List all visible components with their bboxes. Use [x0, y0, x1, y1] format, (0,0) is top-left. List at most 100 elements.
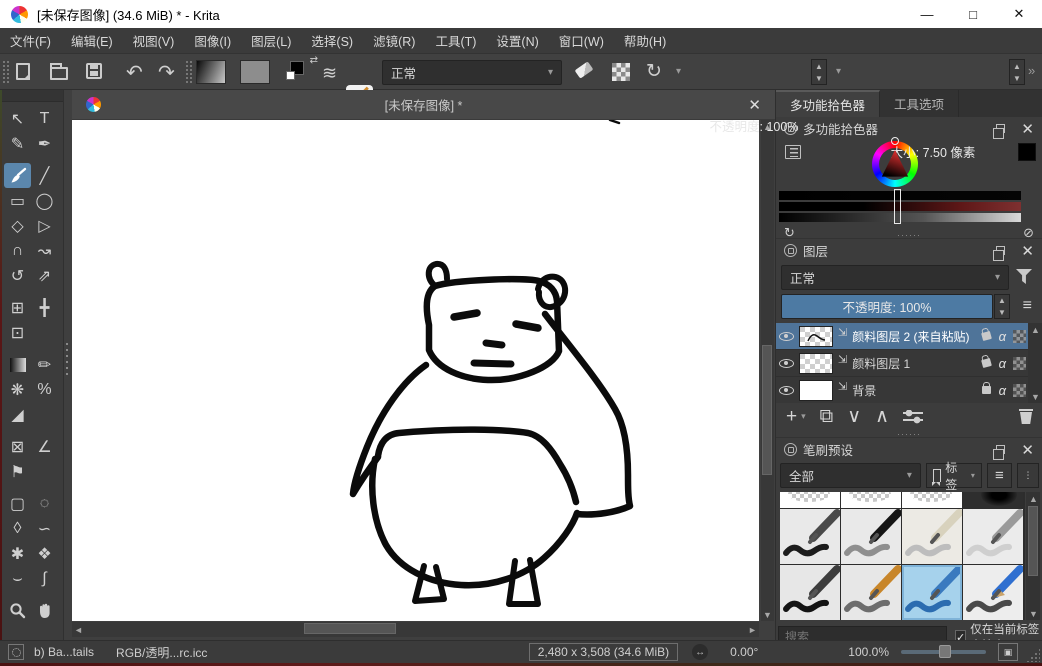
current-brush-name[interactable]: b) Ba...tails: [34, 645, 94, 659]
toolbar-grip[interactable]: [3, 61, 9, 83]
close-docker-icon[interactable]: ✕: [1021, 242, 1034, 260]
brush-preset-tile[interactable]: [963, 492, 1023, 508]
brush-preset-tile[interactable]: [780, 509, 840, 564]
minimize-button[interactable]: —: [904, 0, 950, 28]
layer-visibility-icon[interactable]: [779, 386, 794, 395]
scroll-up-icon[interactable]: ▲: [1027, 492, 1040, 505]
menu-工具(T)[interactable]: 工具(T): [425, 28, 486, 53]
brush-preset-tile[interactable]: [841, 509, 901, 564]
brush-preset-tile[interactable]: [780, 565, 840, 620]
layer-name[interactable]: 颜料图层 2 (来自粘贴): [852, 328, 976, 345]
tool-pan[interactable]: [31, 598, 58, 623]
shade-bar-handle[interactable]: [894, 189, 901, 224]
maximize-button[interactable]: □: [950, 0, 996, 28]
layer-alpha-icon[interactable]: α: [999, 356, 1006, 371]
docker-lock-icon[interactable]: [784, 244, 797, 257]
layer-name[interactable]: 颜料图层 1: [852, 355, 976, 372]
reload-caret[interactable]: ▾: [676, 66, 681, 77]
tool-smart-patch[interactable]: %: [31, 377, 58, 402]
brush-filter-dropdown[interactable]: 全部 ▾: [780, 463, 921, 488]
layer-lock-icon[interactable]: [981, 331, 992, 341]
rotation-value[interactable]: 0.00°: [730, 645, 758, 659]
opacity-spinner[interactable]: ▲▼: [811, 59, 827, 85]
canvas-titlebar[interactable]: [未保存图像] * ✕: [72, 90, 775, 120]
left-splitter-handle[interactable]: [65, 343, 69, 377]
hscroll-thumb[interactable]: [304, 623, 396, 634]
size-spinner[interactable]: ▲▼: [1009, 59, 1025, 85]
tool-select-shapes[interactable]: ↖: [4, 106, 31, 131]
add-layer-caret[interactable]: ▾: [801, 411, 806, 422]
tool-crop[interactable]: ⊡: [4, 320, 31, 345]
canvas[interactable]: [72, 120, 759, 621]
undo-button[interactable]: ↶: [126, 60, 143, 85]
eraser-mode-button[interactable]: [576, 65, 592, 75]
tool-text[interactable]: T: [31, 106, 58, 131]
layer-alpha-inherit-icon[interactable]: [1013, 384, 1026, 397]
brush-preset-tile[interactable]: [902, 565, 962, 620]
background-color-swatch[interactable]: [286, 71, 295, 80]
brush-preset-tile[interactable]: [902, 509, 962, 564]
close-docker-icon[interactable]: ✕: [1021, 120, 1034, 138]
layer-alpha-icon[interactable]: α: [999, 329, 1006, 344]
save-button[interactable]: [86, 63, 102, 79]
tool-reference-images[interactable]: ⚑: [4, 459, 31, 484]
scroll-right-icon[interactable]: ►: [746, 623, 759, 636]
layer-thumbnail[interactable]: [799, 326, 833, 347]
tool-ellipse-select[interactable]: ◌: [31, 491, 58, 516]
spin-up-icon[interactable]: ▲: [1010, 60, 1024, 72]
tool-rectangle[interactable]: ▭: [4, 188, 31, 213]
tool-bezier-select[interactable]: ⌣: [4, 566, 31, 591]
layer-lock-icon[interactable]: [982, 386, 991, 394]
menu-视图(V)[interactable]: 视图(V): [123, 28, 185, 53]
tag-button[interactable]: 标签 ▾: [926, 463, 982, 488]
tool-zoom[interactable]: [4, 598, 31, 623]
tool-bezier-curve[interactable]: ∩: [4, 238, 31, 263]
menu-文件(F)[interactable]: 文件(F): [0, 28, 61, 53]
reload-preset-button[interactable]: ↻: [646, 60, 662, 83]
duplicate-layer-button[interactable]: ⧉: [820, 406, 834, 428]
selector-settings-icon[interactable]: [785, 145, 801, 159]
menu-滤镜(R)[interactable]: 滤镜(R): [363, 28, 425, 53]
spin-down-icon[interactable]: ▼: [1010, 72, 1024, 84]
tool-magnetic-select[interactable]: ∫: [31, 566, 58, 591]
pattern-chooser[interactable]: [240, 60, 270, 84]
brush-preset-tile[interactable]: [841, 492, 901, 508]
canvas-vscrollbar[interactable]: ▲ ▼: [761, 120, 774, 621]
menu-编辑(E)[interactable]: 编辑(E): [61, 28, 123, 53]
tool-measure[interactable]: ∠: [31, 434, 58, 459]
brush-option-slider-button[interactable]: ≋: [322, 63, 337, 84]
swap-colors-icon[interactable]: ⇄: [310, 55, 318, 66]
new-document-button[interactable]: [16, 63, 30, 80]
fit-view-button[interactable]: ▣: [998, 643, 1018, 661]
spin-down-icon[interactable]: ▼: [995, 307, 1009, 319]
brush-preset-tile[interactable]: [963, 565, 1023, 620]
fg-bg-colors[interactable]: ⇄: [290, 59, 316, 85]
layer-scrollbar[interactable]: ▲ ▼: [1028, 323, 1042, 403]
zoom-slider-thumb[interactable]: [939, 645, 951, 658]
tool-color-sampler[interactable]: ✏: [31, 352, 58, 377]
toolbar-grip-2[interactable]: [186, 61, 192, 83]
close-button[interactable]: ✕: [996, 0, 1042, 28]
spin-down-icon[interactable]: ▼: [812, 72, 826, 84]
tool-polygon[interactable]: ◇: [4, 213, 31, 238]
open-document-button[interactable]: [50, 63, 68, 80]
tool-rect-select[interactable]: ▢: [4, 491, 31, 516]
float-docker-icon[interactable]: [996, 445, 1005, 454]
canvas-hscrollbar[interactable]: ◄ ►: [72, 622, 759, 637]
layer-row[interactable]: ⇲颜料图层 2 (来自粘贴)α: [776, 323, 1029, 350]
brush-scroll-thumb[interactable]: [1028, 506, 1038, 576]
tool-multibrush[interactable]: ⇗: [31, 263, 58, 288]
layer-alpha-inherit-icon[interactable]: [1013, 330, 1026, 343]
tool-ellipse[interactable]: ◯: [31, 188, 58, 213]
tool-assistants[interactable]: ⊠: [4, 434, 31, 459]
toolbox-header[interactable]: [0, 90, 63, 102]
brush-scrollbar[interactable]: ▲ ▼: [1026, 492, 1040, 620]
current-color-swatch[interactable]: [1018, 143, 1036, 161]
layer-alpha-inherit-icon[interactable]: [1013, 357, 1026, 370]
menu-窗口(W)[interactable]: 窗口(W): [549, 28, 614, 53]
menu-选择(S)[interactable]: 选择(S): [301, 28, 363, 53]
move-layer-down-button[interactable]: ∨: [847, 405, 861, 428]
tool-move[interactable]: ╋: [31, 295, 58, 320]
details-view-button[interactable]: ⋮: [1017, 463, 1039, 488]
float-docker-icon[interactable]: [996, 246, 1005, 255]
